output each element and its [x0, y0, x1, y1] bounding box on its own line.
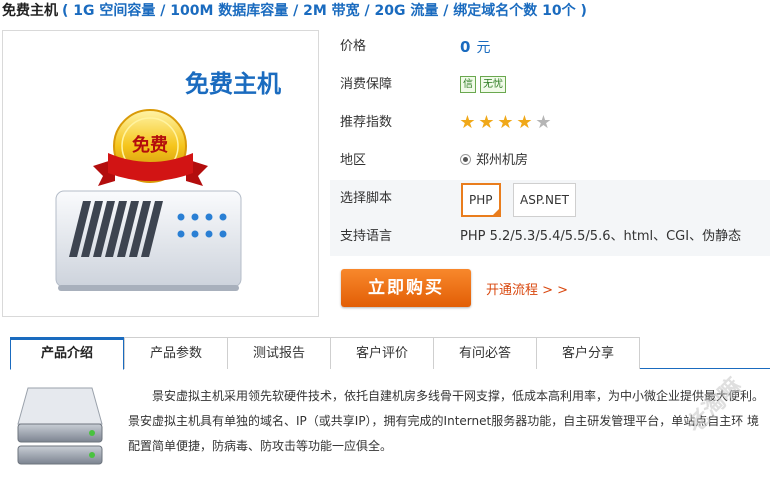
page-title: 免费主机( 1G 空间容量 / 100M 数据库容量 / 2M 带宽 / 20G…: [2, 1, 587, 21]
price-row: 价格 0元: [330, 28, 770, 66]
star-empty-icon: ★: [535, 112, 552, 133]
price-label: 价格: [340, 39, 367, 54]
image-heading: 免费主机: [185, 70, 281, 98]
tab-test-report[interactable]: 测试报告: [227, 337, 331, 369]
script-option-aspnet[interactable]: ASP.NET: [513, 183, 576, 217]
worry-free-badge-icon[interactable]: 无忧: [480, 76, 506, 93]
script-row: 选择脚本 PHP ASP.NET: [330, 180, 770, 218]
tab-customer-reviews[interactable]: 客户评价: [330, 337, 434, 369]
tab-product-params[interactable]: 产品参数: [124, 337, 228, 369]
hard-drive-icon: [14, 380, 106, 476]
guarantee-label: 消费保障: [340, 77, 393, 92]
open-flow-link[interactable]: 开通流程 > >: [486, 279, 568, 298]
price-unit: 元: [476, 40, 491, 56]
region-label: 地区: [340, 153, 367, 168]
product-specs: ( 1G 空间容量 / 100M 数据库容量 / 2M 带宽 / 20G 流量 …: [62, 3, 587, 19]
ribbon-text: 免费: [132, 134, 168, 155]
region-value: 郑州机房: [476, 153, 529, 168]
language-label: 支持语言: [340, 229, 393, 244]
tab-faq[interactable]: 有问必答: [433, 337, 537, 369]
tab-product-intro[interactable]: 产品介绍: [10, 337, 124, 370]
script-label: 选择脚本: [340, 191, 393, 206]
language-row: 支持语言 PHP 5.2/5.3/5.4/5.5/5.6、html、CGI、伪静…: [330, 218, 770, 256]
tab-customer-share[interactable]: 客户分享: [536, 337, 640, 369]
buy-now-button[interactable]: 立即购买: [341, 269, 471, 307]
credit-badge-icon[interactable]: 信: [460, 76, 476, 93]
guarantee-row: 消费保障 信无忧: [330, 66, 770, 104]
region-row: 地区 郑州机房: [330, 142, 770, 180]
star-filled-icon: ★: [478, 112, 495, 133]
price-value: 0: [460, 38, 471, 56]
product-intro-text: 景安虚拟主机采用领先软硬件技术，依托自建机房多线骨干网支撑，低成本高利用率，为中…: [128, 384, 773, 459]
product-name: 免费主机: [2, 3, 58, 19]
star-filled-icon: ★: [516, 112, 533, 133]
product-image: 免费主机 免费: [2, 30, 319, 317]
star-filled-icon: ★: [459, 112, 476, 133]
product-tabs: 产品介绍 产品参数 测试报告 客户评价 有问必答 客户分享: [10, 337, 770, 370]
region-radio[interactable]: [460, 154, 471, 165]
script-option-php[interactable]: PHP: [461, 183, 501, 217]
intro-line: 配置简单便捷，防病毒、防攻击等功能一应俱全。: [128, 439, 393, 453]
language-value: PHP 5.2/5.3/5.4/5.5/5.6、html、CGI、伪静态: [460, 229, 742, 244]
rating-row: 推荐指数 ★ ★ ★ ★ ★: [330, 104, 770, 142]
intro-line: 景安虚拟主机采用领先软硬件技术，依托自建机房多线骨干网支撑，低成本高利用率，为中…: [152, 389, 765, 403]
rating-stars: ★ ★ ★ ★ ★: [458, 104, 553, 144]
rating-label: 推荐指数: [340, 115, 393, 130]
star-filled-icon: ★: [497, 112, 514, 133]
intro-line: 景安虚拟主机具有单独的域名、IP（或共享IP），拥有完成的Internet服务器…: [128, 414, 760, 428]
